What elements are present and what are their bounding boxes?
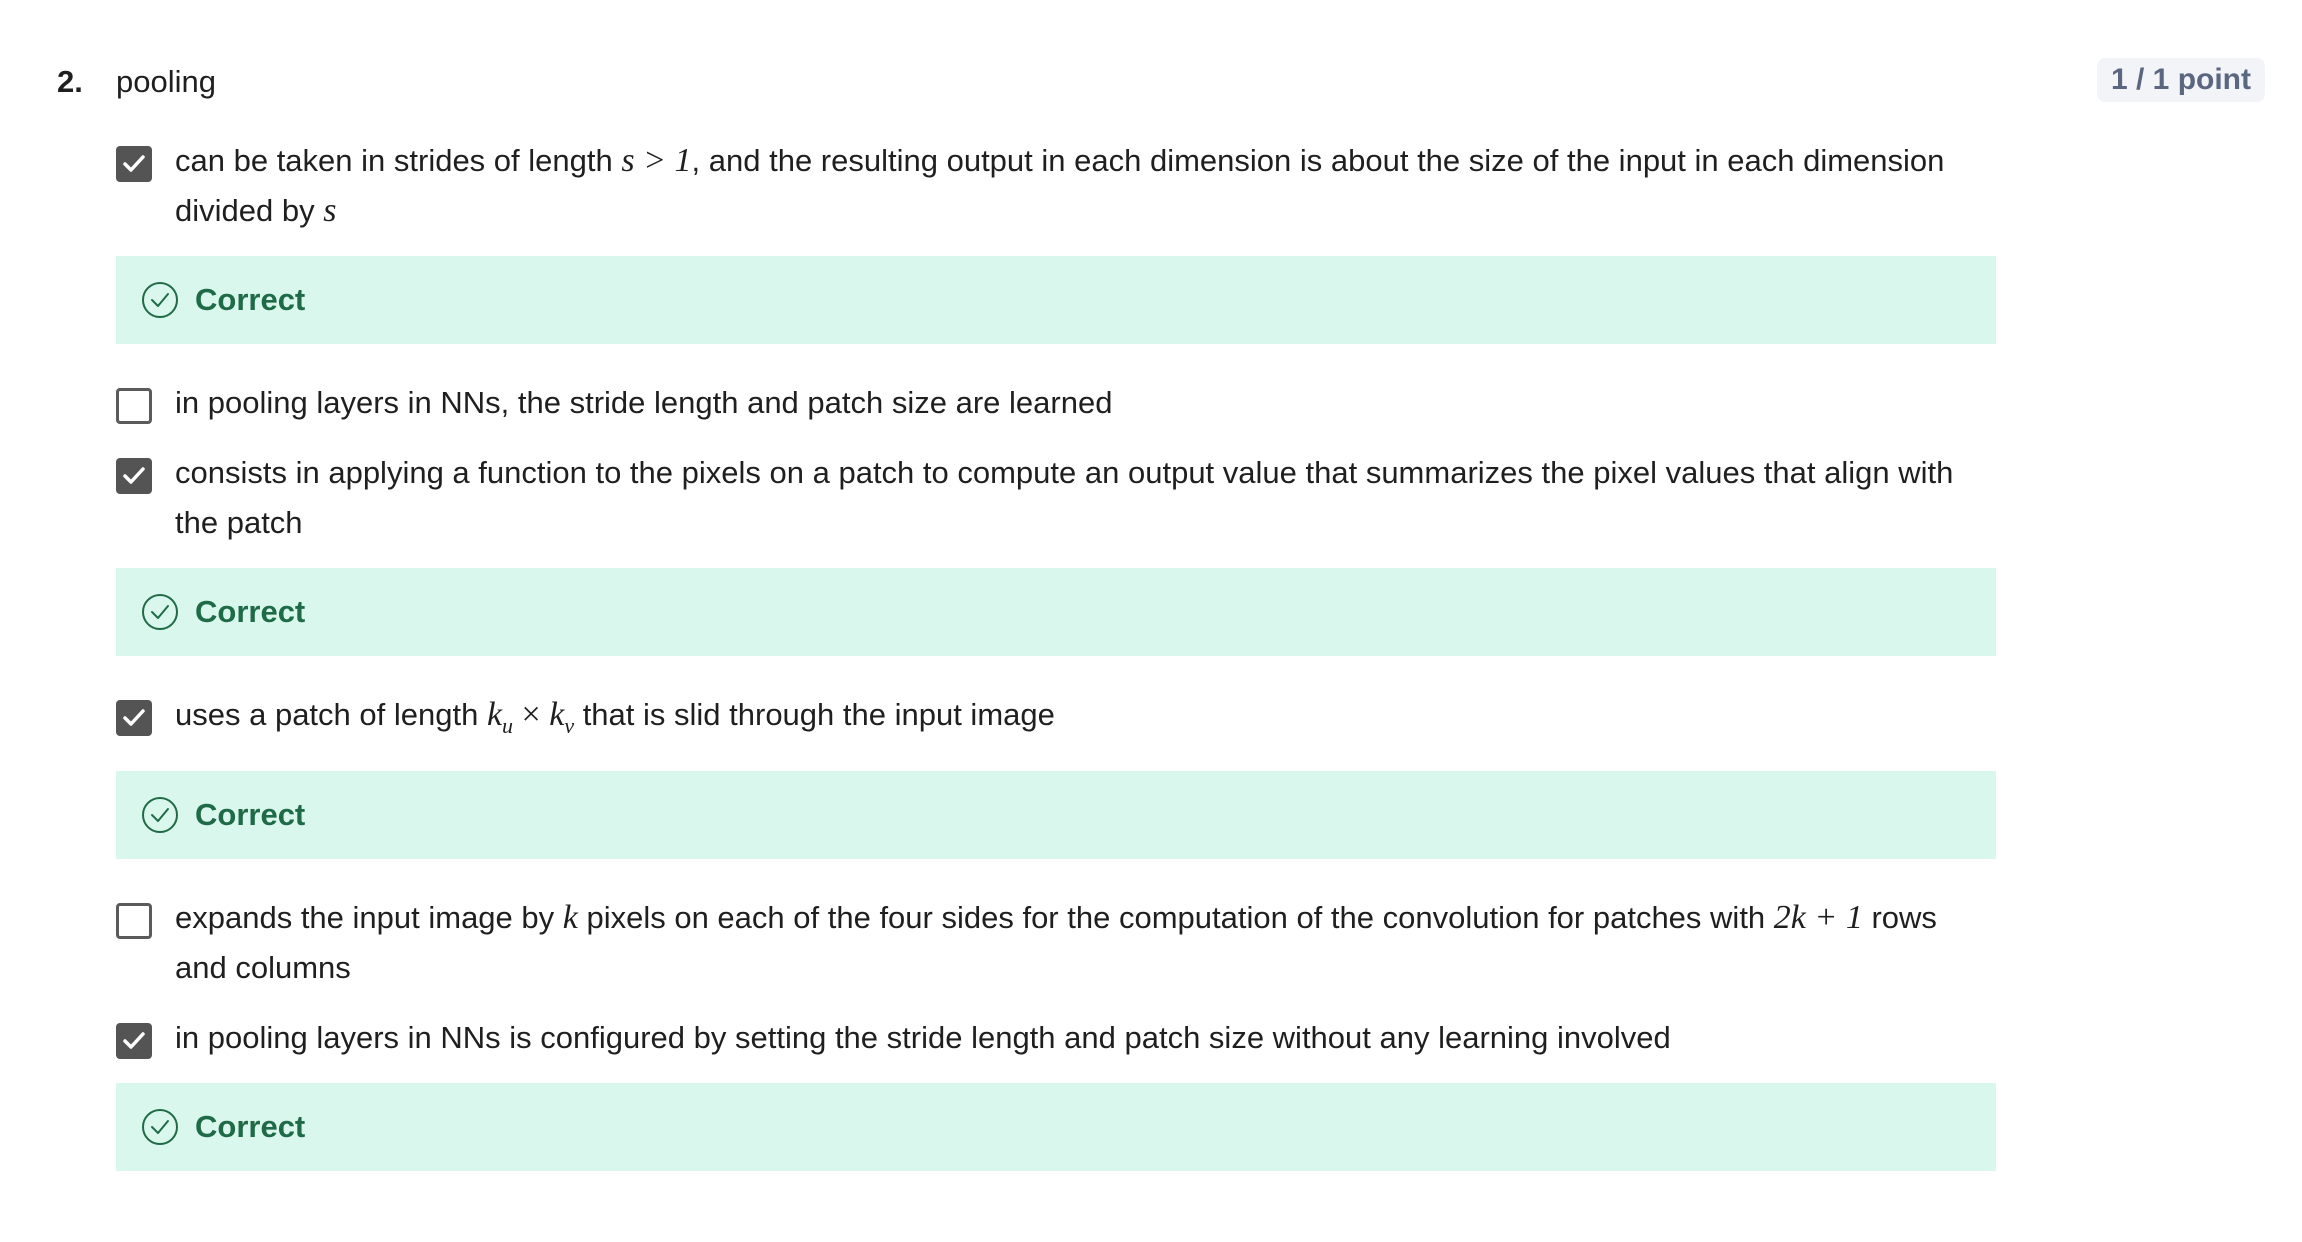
option-text: uses a patch of length xyxy=(175,697,487,732)
check-circle-icon xyxy=(142,1108,178,1145)
math-s-gt-1: s > 1 xyxy=(621,142,692,179)
feedback-correct: Correct xyxy=(116,1082,1996,1171)
feedback-correct: Correct xyxy=(116,770,1996,859)
feedback-label: Correct xyxy=(195,594,306,629)
checkmark-icon xyxy=(123,1032,145,1049)
check-circle-icon xyxy=(142,796,178,833)
option-patch-length[interactable]: uses a patch of length ku × kv that is s… xyxy=(116,690,1996,751)
math-2k-plus-1: 2k + 1 xyxy=(1773,898,1863,936)
option-text: that is slid through the input image xyxy=(574,697,1055,732)
checkbox-checked[interactable] xyxy=(116,700,152,736)
question-title: pooling xyxy=(116,64,216,99)
checkbox-checked[interactable] xyxy=(116,458,152,494)
option-text: expands the input image by xyxy=(175,899,563,935)
check-circle-icon xyxy=(142,594,178,630)
option-text: in pooling layers in NNs is configured b… xyxy=(175,1019,1671,1055)
option-text: can be taken in strides of length xyxy=(175,143,622,178)
option-configured[interactable]: in pooling layers in NNs is configured b… xyxy=(116,1013,1996,1063)
question-number: 2. xyxy=(57,64,83,99)
points-badge: 1 / 1 point xyxy=(2097,58,2265,102)
option-text: in pooling layers in NNs, the stride len… xyxy=(175,385,1113,420)
checkbox-checked[interactable] xyxy=(116,1022,152,1059)
checkbox-checked[interactable] xyxy=(116,146,152,182)
option-expand-image[interactable]: expands the input image by k pixels on e… xyxy=(116,893,1996,993)
option-stride-learned[interactable]: in pooling layers in NNs, the stride len… xyxy=(116,378,1996,428)
math-k: k xyxy=(562,898,578,936)
checkmark-icon xyxy=(123,467,145,484)
option-text: pixels on each of the four sides for the… xyxy=(577,899,1774,935)
checkbox-unchecked[interactable] xyxy=(116,388,152,424)
feedback-label: Correct xyxy=(195,1108,306,1144)
feedback-correct: Correct xyxy=(116,256,1996,344)
math-ku: ku × kv xyxy=(486,696,575,738)
checkmark-icon xyxy=(123,709,145,726)
option-stride[interactable]: can be taken in strides of length s > 1,… xyxy=(116,136,1996,236)
feedback-correct: Correct xyxy=(116,568,1996,656)
math-s: s xyxy=(323,192,337,229)
feedback-label: Correct xyxy=(195,796,306,832)
option-text: consists in applying a function to the p… xyxy=(175,455,1954,540)
check-circle-icon xyxy=(142,282,178,318)
option-function-patch[interactable]: consists in applying a function to the p… xyxy=(116,448,1996,548)
checkmark-icon xyxy=(123,155,145,172)
options-list: can be taken in strides of length s > 1,… xyxy=(116,136,1996,1205)
feedback-label: Correct xyxy=(195,282,306,317)
checkbox-unchecked[interactable] xyxy=(116,902,152,939)
